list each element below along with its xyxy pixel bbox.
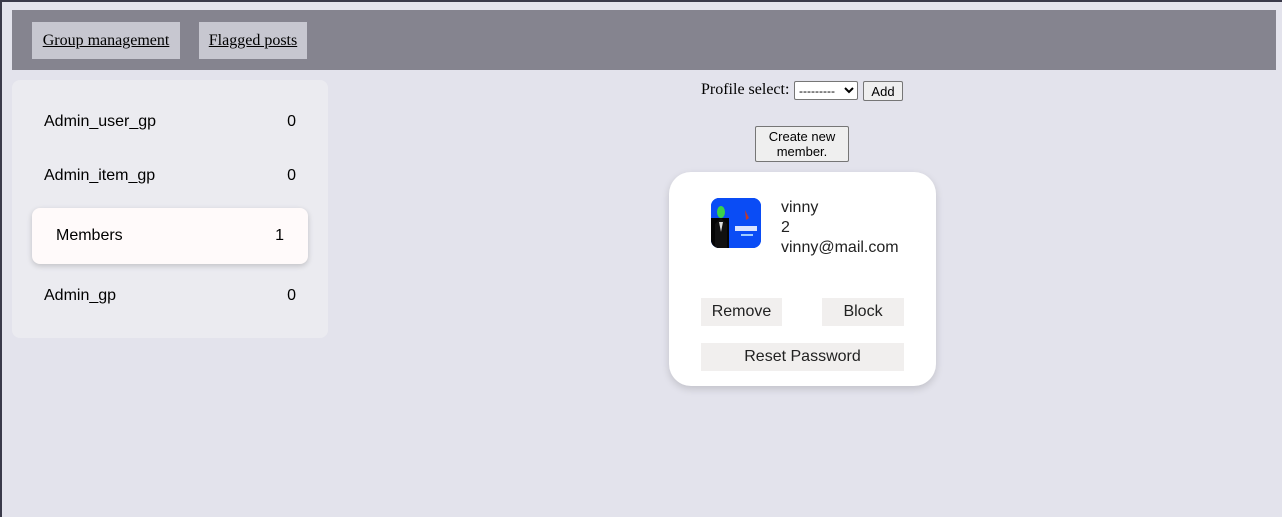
profile-select-label: Profile select: (701, 81, 790, 98)
group-name: Admin_user_gp (44, 113, 157, 130)
group-item-admin-gp[interactable]: Admin_gp 0 (12, 268, 328, 324)
group-member-count: 0 (287, 287, 296, 304)
block-member-button[interactable]: Block (822, 298, 904, 326)
group-member-count: 0 (287, 167, 296, 184)
member-username: vinny (781, 199, 819, 216)
reset-password-button[interactable]: Reset Password (701, 343, 904, 371)
member-info: vinny 2 vinny@mail.com (781, 198, 899, 258)
group-name: Admin_item_gp (44, 167, 156, 184)
group-name: Members (56, 227, 123, 244)
flagged-posts-link[interactable]: Flagged posts (199, 22, 307, 59)
member-id: 2 (781, 219, 790, 236)
profile-picture-icon (711, 198, 761, 248)
group-item-admin-user-gp[interactable]: Admin_user_gp 0 (12, 94, 328, 150)
remove-member-button[interactable]: Remove (701, 298, 782, 326)
group-item-admin-item-gp[interactable]: Admin_item_gp 0 (12, 148, 328, 204)
add-profile-button[interactable]: Add (863, 81, 903, 101)
app-frame: Group management Flagged posts Admin_use… (0, 0, 1282, 517)
group-management-link[interactable]: Group management (32, 22, 180, 59)
member-email: vinny@mail.com (781, 239, 899, 256)
group-list: Admin_user_gp 0 Admin_item_gp 0 Members … (12, 80, 328, 338)
profile-select-dropdown[interactable]: --------- (794, 81, 858, 100)
group-name: Admin_gp (44, 287, 117, 304)
member-card: vinny 2 vinny@mail.com Remove Block Rese… (669, 172, 936, 386)
group-member-count: 0 (287, 113, 296, 130)
avatar (711, 198, 761, 248)
group-item-members[interactable]: Members 1 (32, 208, 308, 264)
top-nav-bar: Group management Flagged posts (12, 10, 1276, 70)
group-member-count: 1 (275, 227, 284, 244)
create-new-member-button[interactable]: Create new member. (755, 126, 849, 162)
